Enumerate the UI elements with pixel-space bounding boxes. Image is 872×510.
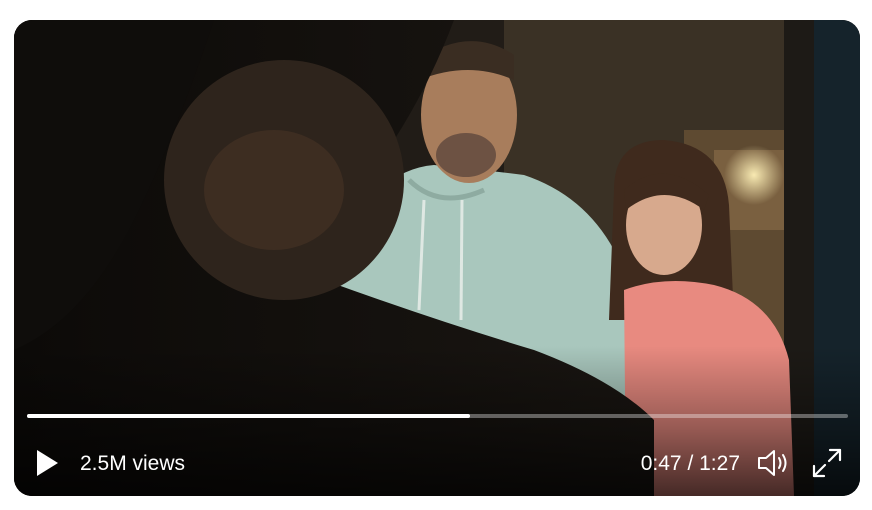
controls-bar: 2.5M views 0:47 / 1:27 <box>14 438 860 488</box>
fullscreen-expand-icon <box>812 448 842 478</box>
view-count: 2.5M views <box>80 452 186 475</box>
time-separator: / <box>687 452 700 475</box>
fullscreen-button[interactable] <box>810 446 844 480</box>
progress-bar-fill <box>27 414 471 418</box>
duration: 1:27 <box>699 452 740 475</box>
time-display: 0:47 / 1:27 <box>641 452 740 476</box>
play-icon <box>37 450 58 476</box>
video-player[interactable]: 2.5M views 0:47 / 1:27 <box>14 20 860 496</box>
volume-button[interactable] <box>756 447 790 479</box>
play-button[interactable] <box>34 448 60 478</box>
current-time: 0:47 <box>640 452 682 475</box>
volume-icon <box>758 450 787 476</box>
progress-bar[interactable] <box>27 414 848 418</box>
